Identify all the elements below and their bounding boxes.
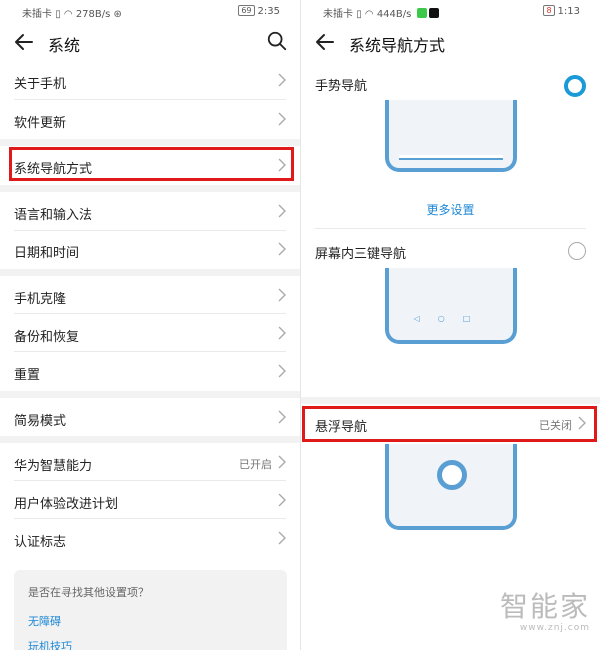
network-speed: 278B/s [75,9,111,20]
wifi-icon: ◠ [63,9,73,20]
item-label: 日期和时间 [14,246,80,261]
radio-unselected[interactable] [568,242,586,260]
item-label: 手机克隆 [14,292,67,307]
divider [315,228,586,229]
settings-item-language-input[interactable]: 语言和输入法 [0,192,300,230]
settings-item-huawei-ai[interactable]: 华为智慧能力 已开启 [0,443,300,481]
suggestion-question: 是否在寻找其他设置项？ [28,586,149,599]
settings-item-software-update[interactable]: 软件更新 [0,100,300,138]
option-label: 屏幕内三键导航 [315,247,407,262]
option-gesture-navigation[interactable]: 手势导航 [301,63,600,101]
chevron-right-icon [278,531,286,545]
gesture-bar [399,155,503,160]
item-label: 重置 [14,368,41,383]
page-title: 系统导航方式 [349,36,446,55]
section-gap [0,269,300,276]
wifi-icon: ◠ [364,9,374,20]
item-label: 简易模式 [14,414,67,429]
highlight-box [9,147,294,181]
more-settings-link[interactable]: 更多设置 [301,201,600,218]
floating-phone-illustration [385,444,517,530]
chevron-right-icon [278,288,286,302]
title-bar: 系统 [0,24,300,60]
chevron-right-icon [278,73,286,87]
floating-button-icon [437,460,467,490]
carrier-label: 未插卡 [22,9,52,20]
wechat-icon [416,8,427,18]
carrier-label: 未插卡 [323,9,353,20]
chevron-right-icon [278,326,286,340]
item-label: 关于手机 [14,77,67,92]
settings-item-simple-mode[interactable]: 简易模式 [0,398,300,434]
nav-keys: ◁○□ [413,314,489,323]
item-label: 语言和输入法 [14,208,93,223]
section-gap [0,436,300,443]
battery-icon: 8 [543,5,555,16]
option-label: 手势导航 [315,79,368,94]
sim-icon: ▯ [55,9,61,20]
battery-icon: 69 [238,5,255,16]
chevron-right-icon [278,204,286,218]
item-value: 已开启 [239,458,272,471]
section-gap [0,139,300,146]
chevron-right-icon [278,242,286,256]
radio-selected[interactable] [564,75,586,97]
section-gap [0,391,300,398]
chevron-right-icon [278,112,286,126]
search-icon[interactable] [266,30,288,52]
chevron-right-icon [278,493,286,507]
settings-system-screen: 未插卡 ▯ ◠ 278B/s ⊛ 69 2:35 系统 关于手机 软件更新 系统导… [0,0,300,650]
three-key-phone-illustration: ◁○□ [385,268,517,344]
clock: 1:13 [557,6,580,17]
back-arrow-icon[interactable] [313,30,337,54]
watermark-brand: 智能家 [499,590,590,623]
settings-item-about-phone[interactable]: 关于手机 [0,61,300,99]
suggestion-card: 是否在寻找其他设置项？ 无障碍 玩机技巧 [14,570,287,650]
gesture-phone-illustration [385,100,517,172]
highlight-box [302,406,597,442]
chevron-right-icon [278,364,286,378]
settings-item-date-time[interactable]: 日期和时间 [0,230,300,268]
nfc-icon: ⊛ [113,9,122,20]
tips-link[interactable]: 玩机技巧 [28,638,72,650]
system-navigation-screen: 未插卡 ▯ ◠ 444B/s 8 1:13 系统导航方式 手势导航 更多设置 屏幕… [301,0,600,650]
back-arrow-icon[interactable] [12,30,36,54]
item-label: 软件更新 [14,116,67,131]
accessibility-link[interactable]: 无障碍 [28,613,61,629]
section-gap [301,397,600,404]
status-bar: 未插卡 ▯ ◠ 444B/s 8 1:13 [301,0,600,22]
watermark: 智能家 www.znj.com [500,585,590,633]
status-bar: 未插卡 ▯ ◠ 278B/s ⊛ 69 2:35 [0,0,300,22]
chevron-right-icon [278,410,286,424]
sim-icon: ▯ [356,9,362,20]
item-label: 认证标志 [14,535,67,550]
settings-item-backup-restore[interactable]: 备份和恢复 [0,314,300,352]
settings-item-reset[interactable]: 重置 [0,352,300,390]
item-label: 备份和恢复 [14,330,80,345]
option-three-key-navigation[interactable]: 屏幕内三键导航 [301,231,600,269]
section-gap [0,185,300,192]
network-speed: 444B/s [376,9,412,20]
tiktok-icon [428,8,439,18]
chevron-right-icon [278,455,286,469]
settings-item-user-experience[interactable]: 用户体验改进计划 [0,481,300,519]
item-label: 用户体验改进计划 [14,497,119,512]
item-label: 华为智慧能力 [14,459,93,474]
settings-item-phone-clone[interactable]: 手机克隆 [0,276,300,314]
clock: 2:35 [257,6,280,17]
title-bar: 系统导航方式 [301,24,600,60]
page-title: 系统 [48,36,81,55]
settings-item-certification[interactable]: 认证标志 [0,519,300,557]
